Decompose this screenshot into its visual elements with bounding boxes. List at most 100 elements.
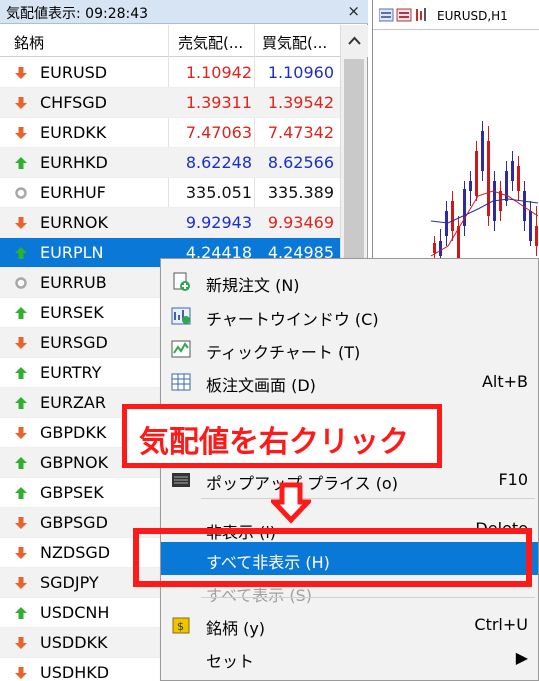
- down-arrow-icon: [14, 576, 28, 590]
- menu-item[interactable]: チャートウインドウ (C): [161, 299, 538, 332]
- ask-price: 1.10960: [267, 63, 334, 82]
- bid-price: 9.92943: [185, 213, 252, 232]
- down-arrow-icon: [14, 336, 28, 350]
- down-arrow-icon: [14, 426, 28, 440]
- highlight-box: [133, 528, 532, 587]
- symbol-name: EURSGD: [40, 333, 108, 352]
- up-arrow-icon: [14, 156, 28, 170]
- chart-tab-icons: [379, 8, 426, 22]
- new-order-icon: [171, 272, 191, 292]
- svg-text:$: $: [177, 620, 184, 633]
- symbol-name: USDDKK: [40, 633, 108, 652]
- scroll-up-icon[interactable]: [341, 25, 368, 57]
- symbol-name: EURTRY: [40, 363, 102, 382]
- annotation-callout-text: 気配値を右クリック: [139, 425, 409, 460]
- menu-item-label: チャートウインドウ (C): [206, 310, 379, 329]
- header-ask[interactable]: 買気配(...: [262, 32, 327, 53]
- up-arrow-icon: [14, 246, 28, 260]
- symbol-row[interactable]: EURHKD 8.62248 8.62566: [0, 148, 340, 178]
- symbol-name: NZDSGD: [40, 543, 111, 562]
- down-arrow-icon: [14, 666, 28, 680]
- down-arrow-icon: [14, 546, 28, 560]
- candle-body: [487, 141, 490, 216]
- up-arrow-icon: [14, 366, 28, 380]
- symbol-name: GBPSGD: [40, 513, 108, 532]
- ask-price: 9.93469: [267, 213, 334, 232]
- candle-body: [439, 241, 442, 256]
- bid-price: 1.10942: [185, 63, 252, 82]
- up-arrow-icon: [14, 396, 28, 410]
- menu-item[interactable]: セット ▶: [161, 641, 538, 674]
- menu-item-shortcut: F10: [498, 470, 528, 489]
- symbol-row[interactable]: EURUSD 1.10942 1.10960: [0, 58, 340, 88]
- symbol-name: EURZAR: [40, 393, 106, 412]
- up-arrow-icon: [14, 606, 28, 620]
- symbol-name: GBPNOK: [40, 453, 109, 472]
- down-arrow-icon: [14, 636, 28, 650]
- close-icon[interactable]: ×: [347, 2, 360, 20]
- menu-item-shortcut: Ctrl+U: [474, 615, 528, 634]
- symbol-name: USDHKD: [40, 663, 110, 681]
- down-arrow-icon: [14, 516, 28, 530]
- menu-item[interactable]: 新規注文 (N): [161, 265, 538, 298]
- depth-of-market-icon: [171, 372, 191, 392]
- bid-price: 335.051: [185, 183, 252, 202]
- neutral-dot-icon: [14, 186, 28, 200]
- symbol-name: CHFSGD: [40, 93, 107, 112]
- candle-body: [529, 211, 532, 241]
- candle-body: [475, 151, 478, 196]
- up-arrow-icon: [14, 486, 28, 500]
- menu-item-label: 銘柄 (y): [206, 619, 266, 638]
- tick-chart-icon: [171, 339, 191, 359]
- symbol-name: GBPSEK: [40, 483, 104, 502]
- candle-body: [433, 243, 436, 253]
- candle-body: [505, 171, 508, 201]
- symbols-icon: $: [171, 615, 191, 635]
- candle-body: [451, 201, 454, 231]
- symbol-row[interactable]: CHFSGD 1.39311 1.39542: [0, 88, 340, 118]
- chart-symbol-label: EURUSD,H1: [437, 9, 508, 23]
- up-arrow-icon: [14, 306, 28, 320]
- menu-item[interactable]: $ 銘柄 (y) Ctrl+U: [161, 608, 538, 641]
- market-watch-title: 気配値表示: 09:28:43: [6, 6, 149, 22]
- header-bid[interactable]: 売気配(...: [178, 32, 243, 53]
- bid-price: 8.62248: [185, 153, 252, 172]
- down-arrow-icon: [14, 96, 28, 110]
- bid-price: 7.47063: [185, 123, 252, 142]
- symbol-name: EURRUB: [40, 273, 107, 292]
- annotation-callout: 気配値を右クリック: [122, 404, 442, 468]
- menu-item-shortcut: Alt+B: [481, 372, 528, 391]
- symbol-name: EURHUF: [40, 183, 106, 202]
- candle-body: [535, 226, 538, 246]
- menu-item[interactable]: ティックチャート (T): [161, 332, 538, 365]
- symbol-name: SGDJPY: [40, 573, 99, 592]
- symbol-row[interactable]: EURDKK 7.47063 7.47342: [0, 118, 340, 148]
- ask-price: 335.389: [267, 183, 334, 202]
- menu-item-label: セット: [206, 652, 255, 671]
- candle-body: [511, 161, 514, 181]
- menu-item-shortcut: ▶: [515, 648, 528, 667]
- menu-separator: [201, 498, 535, 499]
- candle-body: [469, 181, 472, 191]
- symbol-name: EURUSD: [40, 63, 108, 82]
- ask-price: 8.62566: [267, 153, 334, 172]
- menu-item[interactable]: 板注文画面 (D) Alt+B: [161, 365, 538, 398]
- ask-price: 1.39542: [267, 93, 334, 112]
- bid-price: 1.39311: [185, 93, 252, 112]
- chart-header: EURUSD,H1: [373, 0, 539, 30]
- down-arrow-icon: [14, 66, 28, 80]
- menu-separator: [201, 597, 535, 598]
- neutral-dot-icon: [14, 276, 28, 290]
- symbol-row[interactable]: EURNOK 9.92943 9.93469: [0, 208, 340, 238]
- down-arrow-icon: [14, 126, 28, 140]
- chart-window-icon: [171, 306, 191, 326]
- scrollbar-thumb[interactable]: [344, 59, 364, 264]
- header-symbol[interactable]: 銘柄: [14, 32, 44, 53]
- candle-body: [445, 211, 448, 236]
- symbol-name: GBPDKK: [40, 423, 107, 442]
- candle-body: [517, 166, 520, 191]
- symbol-row[interactable]: EURHUF 335.051 335.389: [0, 178, 340, 208]
- symbol-name: EURPLN: [40, 243, 104, 262]
- symbol-name: USDCNH: [40, 603, 110, 622]
- ask-price: 7.47342: [267, 123, 334, 142]
